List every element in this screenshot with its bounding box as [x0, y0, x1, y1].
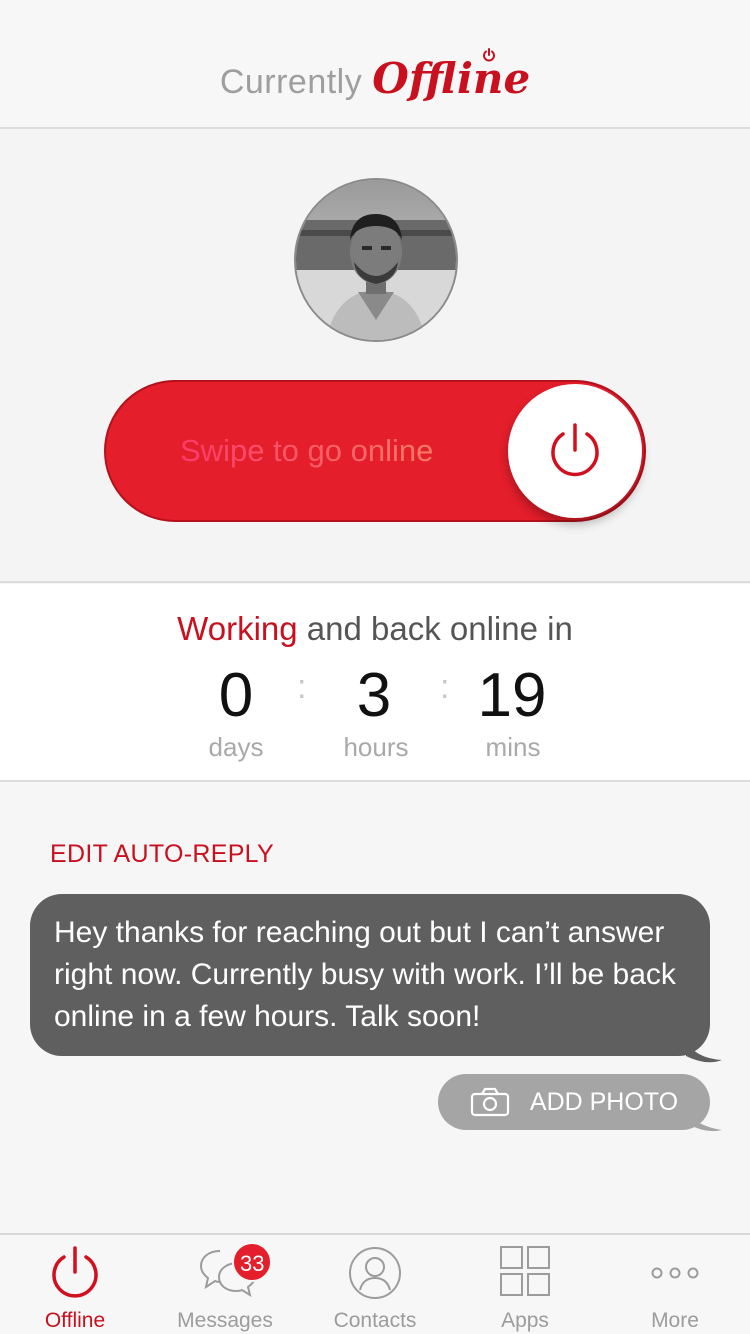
days-label: days [208, 732, 264, 762]
add-photo-label: ADD PHOTO [529, 1087, 679, 1116]
status-word: Working [177, 610, 298, 647]
header-prefix: Currently [219, 63, 363, 101]
power-icon [551, 423, 599, 477]
person-icon [349, 1247, 401, 1299]
tab-contacts[interactable]: Contacts [300, 1235, 450, 1334]
add-photo-button[interactable]: ADD PHOTO [438, 1074, 710, 1130]
bubble-tail [686, 1040, 722, 1063]
header-status: Offline [372, 48, 531, 103]
power-icon [483, 48, 496, 62]
timer-caption-rest: and back online in [306, 610, 573, 647]
days-value: 0 [218, 661, 254, 730]
swipe-to-go-online[interactable]: Swipe to go online [104, 380, 646, 522]
tab-apps[interactable]: Apps [450, 1235, 600, 1334]
tab-offline[interactable]: Offline [0, 1235, 150, 1334]
tab-label: Offline [44, 1309, 106, 1332]
tab-label: Contacts [333, 1309, 417, 1332]
tab-label: Apps [501, 1309, 549, 1332]
header-status-text: Offline [372, 54, 531, 103]
timer-caption: Working and back online in [0, 610, 750, 648]
return-timer: Working and back online in 0 days : 3 ho… [0, 584, 750, 782]
swipe-knob[interactable] [508, 384, 642, 518]
photo-bubble-tail [688, 1112, 722, 1132]
tab-label: Messages [177, 1309, 273, 1332]
tab-bar: Offline 33 Messages Contacts Apps More [0, 1233, 750, 1334]
page-title: Currently Offline [219, 48, 531, 103]
tab-label: More [651, 1309, 699, 1332]
unread-badge: 33 [232, 1242, 273, 1282]
power-icon [52, 1246, 98, 1298]
header: Currently Offline [0, 0, 750, 129]
camera-icon [470, 1087, 510, 1117]
more-dots-icon [651, 1267, 699, 1279]
hours-value: 3 [356, 661, 392, 730]
avatar[interactable] [294, 178, 458, 342]
tab-more[interactable]: More [600, 1235, 750, 1334]
mins-label: mins [485, 732, 541, 762]
mins-value: 19 [477, 661, 547, 730]
hours-label: hours [343, 732, 409, 762]
auto-reply-message[interactable]: Hey thanks for reaching out but I can’t … [30, 894, 710, 1056]
tab-messages[interactable]: 33 Messages [150, 1235, 300, 1334]
swipe-label: Swipe to go online [180, 382, 433, 520]
grid-icon [500, 1246, 550, 1296]
avatar-photo [296, 180, 456, 340]
status-panel: Swipe to go online [0, 130, 750, 583]
edit-auto-reply-link[interactable]: EDIT AUTO-REPLY [50, 840, 274, 869]
